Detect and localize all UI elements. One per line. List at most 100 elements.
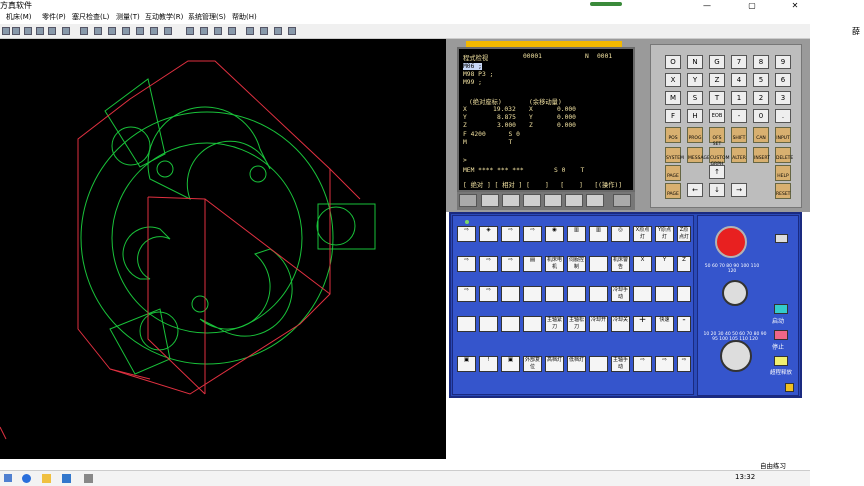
- tool-icon[interactable]: [62, 27, 70, 35]
- key-up-arrow[interactable]: ↑: [709, 165, 725, 179]
- start-icon[interactable]: [4, 474, 12, 482]
- rapid-button[interactable]: 快速: [655, 316, 674, 332]
- mode-inc-button[interactable]: ▥: [589, 226, 608, 242]
- key-8[interactable]: 8: [753, 55, 769, 69]
- key-7[interactable]: 7: [731, 55, 747, 69]
- folder-icon[interactable]: [42, 474, 51, 483]
- key-9[interactable]: 9: [775, 55, 791, 69]
- tool-icon[interactable]: [48, 27, 56, 35]
- softkey[interactable]: [523, 194, 541, 207]
- tool-icon[interactable]: [164, 27, 172, 35]
- axis-y-button[interactable]: Y: [655, 256, 674, 272]
- axis-z-button[interactable]: Z: [677, 256, 691, 272]
- close-button[interactable]: ✕: [780, 0, 810, 11]
- key-down-arrow[interactable]: ↓: [709, 183, 725, 197]
- low-gear-lamp[interactable]: 低档灯: [567, 356, 586, 372]
- drawing-canvas[interactable]: [0, 39, 446, 459]
- softkey-right-arrow[interactable]: [613, 194, 631, 207]
- tool-icon[interactable]: [228, 27, 236, 35]
- key-M[interactable]: M: [665, 91, 681, 105]
- key-1[interactable]: 1: [731, 91, 747, 105]
- softkey[interactable]: [586, 194, 604, 207]
- key-insert[interactable]: INSERT: [753, 147, 770, 163]
- key-5[interactable]: 5: [753, 73, 769, 87]
- program-stop-button[interactable]: ▣: [501, 356, 520, 372]
- coolant-off-button[interactable]: 冷却关: [611, 316, 630, 332]
- camera-icon[interactable]: [775, 234, 788, 243]
- spindle-release-button[interactable]: 主轴松刀: [567, 316, 586, 332]
- tool-icon[interactable]: [36, 27, 44, 35]
- blank-button[interactable]: [523, 316, 542, 332]
- key-can[interactable]: CAN: [753, 127, 769, 143]
- tool-icon[interactable]: [288, 27, 296, 35]
- spindle-stop-button[interactable]: ⇨: [655, 356, 674, 372]
- blank-button[interactable]: [589, 356, 608, 372]
- tool-icon[interactable]: [122, 27, 130, 35]
- menu-part[interactable]: 零件(P): [42, 11, 66, 24]
- mode-dnc-button[interactable]: ⇨: [523, 226, 542, 242]
- dry-run-button[interactable]: ▤: [523, 256, 542, 272]
- menu-machine[interactable]: 机床(M): [6, 11, 32, 24]
- key-O[interactable]: O: [665, 55, 681, 69]
- key-X[interactable]: X: [665, 73, 681, 87]
- key-prog[interactable]: PROG: [687, 127, 703, 143]
- softkey[interactable]: [502, 194, 520, 207]
- blank-button[interactable]: [523, 286, 542, 302]
- mode-jog-button[interactable]: ▥: [567, 226, 586, 242]
- stop-button[interactable]: [774, 330, 788, 340]
- mode-edit-button[interactable]: ◈: [479, 226, 498, 242]
- blank-button[interactable]: [545, 286, 564, 302]
- jog-minus-button[interactable]: -: [677, 316, 691, 332]
- key-offset-setting[interactable]: OFS SET: [709, 127, 725, 147]
- key-minus[interactable]: -: [731, 109, 747, 123]
- key-Z[interactable]: Z: [709, 73, 725, 87]
- tool-icon[interactable]: [80, 27, 88, 35]
- emergency-stop-button[interactable]: [715, 226, 747, 258]
- y-home-lamp[interactable]: Y原点灯: [655, 226, 674, 242]
- servo-control-button[interactable]: 伺服控制: [567, 256, 586, 272]
- minimize-button[interactable]: —: [692, 0, 722, 11]
- coolant-manual-button[interactable]: 冷却手动: [611, 286, 630, 302]
- tool-icon[interactable]: [136, 27, 144, 35]
- key-left-arrow[interactable]: ←: [687, 183, 703, 197]
- blank-button[interactable]: [589, 256, 608, 272]
- blank-button[interactable]: [501, 316, 520, 332]
- blank-button[interactable]: [457, 316, 476, 332]
- overtravel-release-button[interactable]: [774, 356, 788, 366]
- machine-alarm-button[interactable]: 机床警告: [611, 256, 630, 272]
- key-4[interactable]: 4: [731, 73, 747, 87]
- key-alter[interactable]: ALTER: [731, 147, 747, 163]
- key-dot[interactable]: .: [775, 109, 791, 123]
- tool-icon[interactable]: [2, 27, 10, 35]
- blank-button[interactable]: [567, 286, 586, 302]
- key-message[interactable]: MESSAGE: [687, 147, 710, 163]
- app-icon[interactable]: [84, 474, 93, 483]
- key-reset[interactable]: RESET: [775, 183, 791, 199]
- key-EOB[interactable]: EOB: [709, 109, 725, 123]
- mode-mdi-button[interactable]: ⇨: [501, 226, 520, 242]
- tool-icon[interactable]: [186, 27, 194, 35]
- key-T[interactable]: T: [709, 91, 725, 105]
- tool-icon[interactable]: [24, 27, 32, 35]
- mode-handle-button[interactable]: ◎: [611, 226, 630, 242]
- key-page-up[interactable]: PAGE: [665, 165, 681, 181]
- key-delete[interactable]: DELETE: [775, 147, 793, 163]
- tool-icon[interactable]: [274, 27, 282, 35]
- tool-icon[interactable]: [214, 27, 222, 35]
- tool-icon[interactable]: [260, 27, 268, 35]
- key-pos[interactable]: POS: [665, 127, 681, 143]
- key-right-arrow[interactable]: →: [731, 183, 747, 197]
- block-skip-button[interactable]: ⇨: [479, 256, 498, 272]
- menu-help[interactable]: 帮助(H): [232, 11, 257, 24]
- menu-teaching[interactable]: 互动教学(R): [145, 11, 183, 24]
- program-restart-button[interactable]: ⇨: [457, 286, 476, 302]
- x-home-lamp[interactable]: X原点灯: [633, 226, 652, 242]
- tool-icon[interactable]: [150, 27, 158, 35]
- key-page-down[interactable]: PAGE: [665, 183, 681, 199]
- high-gear-lamp[interactable]: 高档灯: [545, 356, 564, 372]
- clock-time[interactable]: 13:32: [735, 473, 755, 481]
- coolant-on-button[interactable]: 冷却开: [589, 316, 608, 332]
- single-block-button[interactable]: ⇨: [457, 256, 476, 272]
- key-custom-graph[interactable]: CUSTOM GRPH: [709, 147, 729, 167]
- key-2[interactable]: 2: [753, 91, 769, 105]
